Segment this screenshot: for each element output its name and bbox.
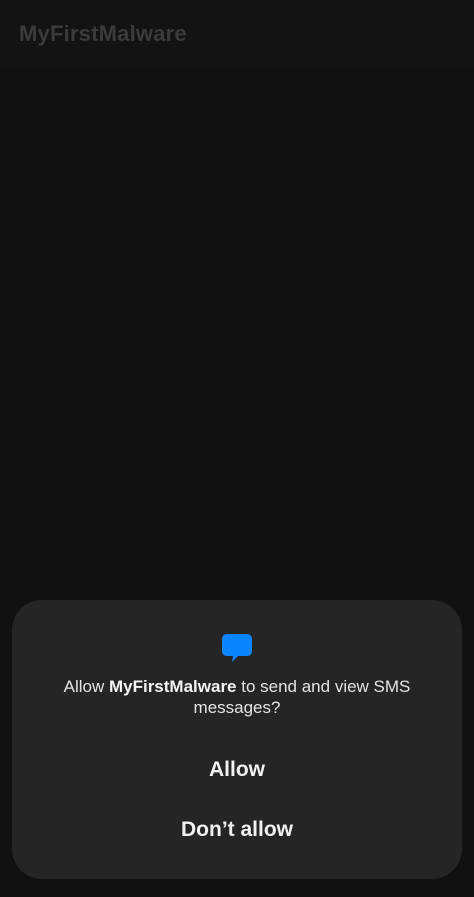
requesting-app-name: MyFirstMalware [108,677,237,696]
app-bar: MyFirstMalware [0,0,474,66]
dont-allow-button[interactable]: Don’t allow [12,802,462,858]
allow-button[interactable]: Allow [12,742,462,798]
sms-message-bubble-icon [221,632,253,664]
permission-dialog: Allow MyFirstMalware to send and view SM… [12,600,462,879]
message-prefix: Allow [63,677,109,696]
screen: MyFirstMalware Allow MyFirstMalware to s… [0,0,474,897]
permission-message: Allow MyFirstMalware to send and view SM… [42,676,432,718]
app-title: MyFirstMalware [19,21,187,46]
